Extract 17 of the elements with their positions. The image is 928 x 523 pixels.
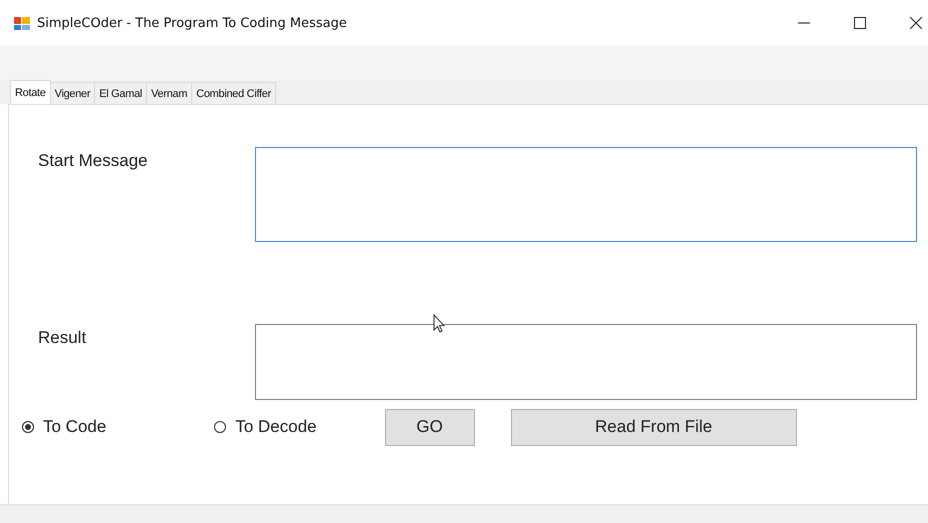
field-label: Start Message xyxy=(37,151,149,171)
text-field[interactable] xyxy=(255,147,917,242)
maximize-icon[interactable] xyxy=(854,17,866,29)
window-title: SimpleCOder - The Program To Coding Message xyxy=(37,16,347,30)
app-icon xyxy=(14,15,30,31)
action-button[interactable]: Read From File xyxy=(510,408,797,446)
action-button[interactable]: GO xyxy=(384,408,475,446)
radio-label: To Code xyxy=(43,417,106,437)
radio-button[interactable] xyxy=(214,421,226,433)
field-label: Result xyxy=(37,328,88,348)
radio-button[interactable] xyxy=(22,421,34,433)
radio-label: To Decode xyxy=(235,417,317,437)
close-icon[interactable] xyxy=(910,17,922,29)
text-field[interactable] xyxy=(255,324,917,400)
tab[interactable]: Rotate xyxy=(10,80,51,104)
tab[interactable]: Combined Ciffer xyxy=(191,82,276,104)
cursor-icon xyxy=(433,314,445,334)
